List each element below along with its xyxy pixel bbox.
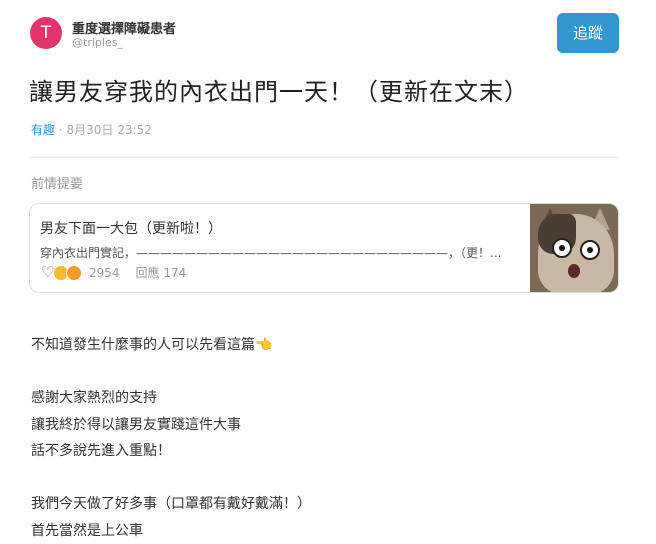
body-line: 讓我終於得以讓男友實踐這件大事 — [31, 412, 621, 439]
body-line — [31, 359, 621, 386]
cat-mouth — [568, 264, 580, 278]
body-line: 不知道發生什麼事的人可以先看這篇👈 — [31, 332, 621, 359]
author-handle: @triples_ — [72, 36, 123, 49]
body-line: 首先當然是上公車 — [31, 518, 621, 544]
linked-post-stats: 2954 回應 174 — [40, 264, 186, 281]
post-body: 不知道發生什麼事的人可以先看這篇👈 感謝大家熱烈的支持 讓我終於得以讓男友實踐這… — [31, 332, 621, 544]
body-line: 感謝大家熱烈的支持 — [31, 385, 621, 412]
post-title: 讓男友穿我的內衣出門一天！（更新在文末） — [29, 72, 529, 107]
linked-post-title: 男友下面一大包（更新啦！） — [40, 218, 222, 238]
cat-eye — [580, 240, 600, 260]
reaction-count: 2954 — [89, 266, 120, 280]
body-line — [31, 465, 621, 492]
author-name[interactable]: 重度選擇障礙患者 — [72, 18, 176, 37]
body-line: 我們今天做了好多事（口罩都有戴好戴滿！） — [31, 491, 621, 518]
board-link[interactable]: 有趣 — [31, 123, 55, 137]
post-meta: 有趣 · 8月30日 23:52 — [31, 121, 152, 138]
section-label: 前情提要 — [31, 173, 83, 192]
reply-count: 回應 174 — [136, 264, 187, 281]
body-line: 話不多說先進入重點！ — [31, 438, 621, 465]
avatar[interactable]: T — [30, 17, 62, 49]
linked-post-excerpt: 穿內衣出門實記，——————————————————————————，（更！..… — [40, 244, 500, 261]
follow-button[interactable]: 追蹤 — [557, 13, 619, 53]
cat-eye — [552, 238, 572, 258]
divider — [29, 157, 619, 158]
linked-post-thumbnail — [530, 204, 618, 292]
wow-reaction-icon — [66, 265, 82, 281]
post-date: 8月30日 23:52 — [66, 123, 151, 137]
linked-post-card[interactable]: 男友下面一大包（更新啦！） 穿內衣出門實記，——————————————————… — [29, 203, 619, 293]
